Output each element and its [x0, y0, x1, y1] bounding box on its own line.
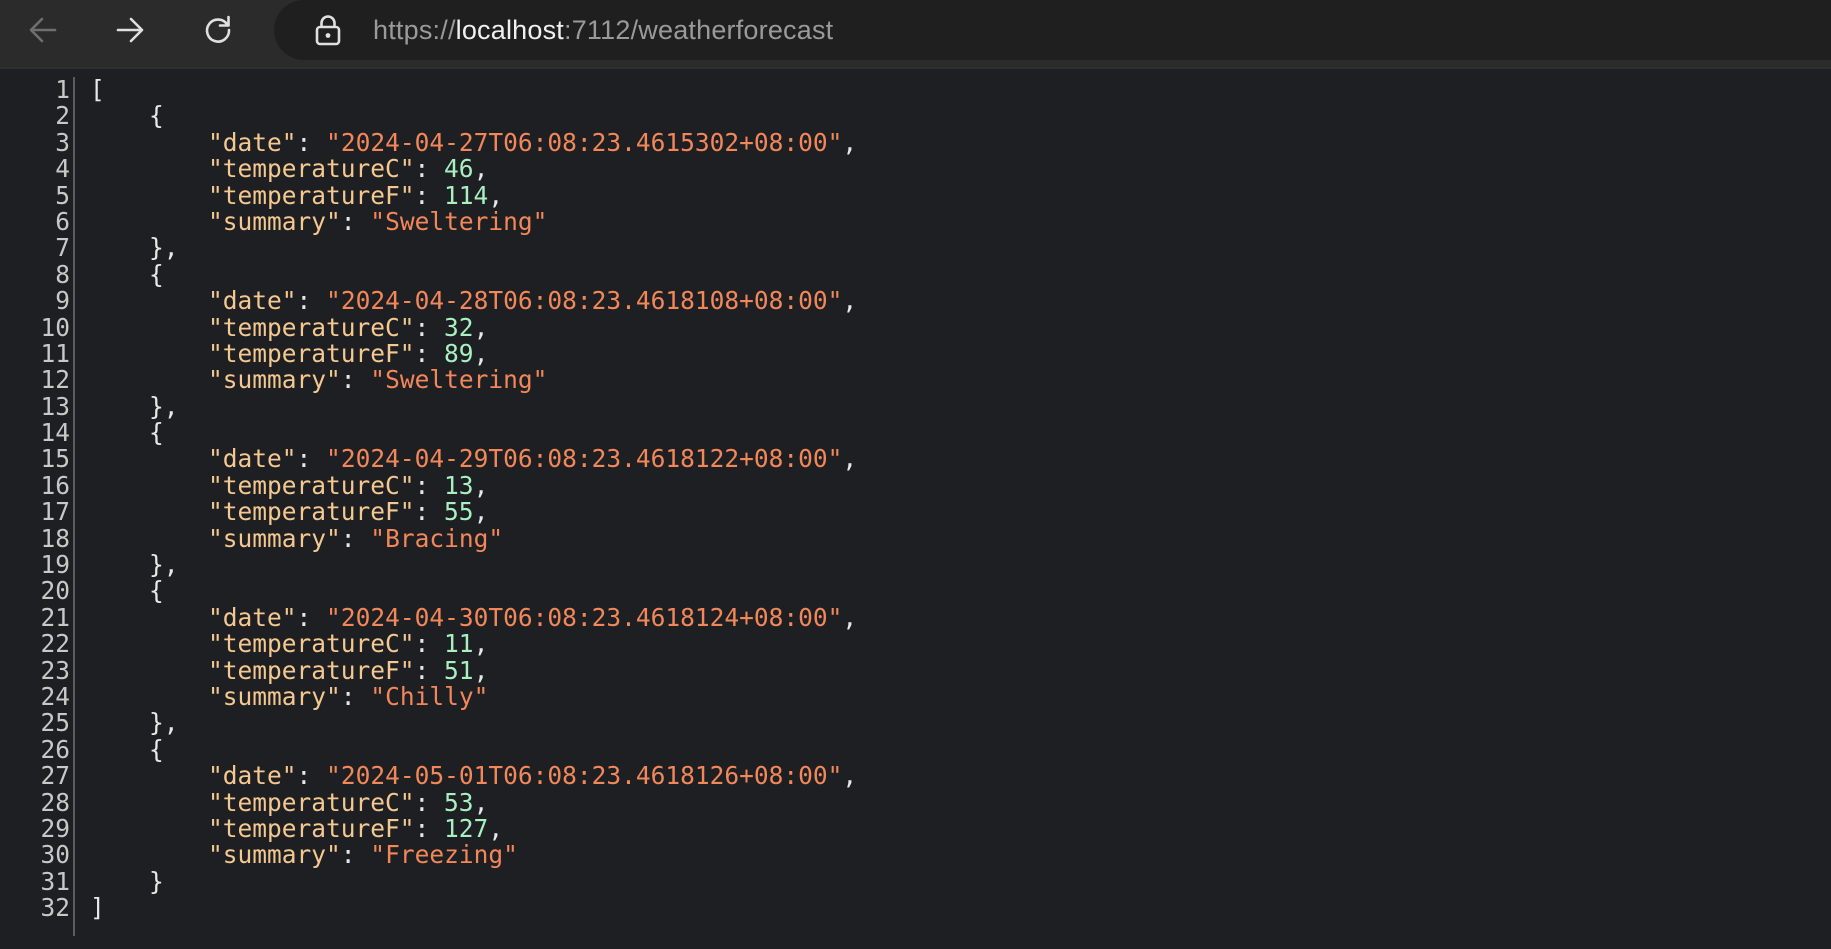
temperature-f-value: 89 [444, 338, 474, 368]
date-value: 2024-04-27T06:08:23.4615302+08:00 [340, 127, 828, 157]
line-number: 15 [40, 444, 70, 474]
line-number: 1 [55, 75, 70, 104]
json-key: "temperatureF" [208, 813, 415, 843]
temperature-c-value: 11 [444, 629, 474, 659]
url-scheme: https:// [373, 15, 456, 45]
temperature-f-value: 51 [444, 655, 474, 685]
json-key: "date" [208, 602, 297, 632]
back-button[interactable] [14, 8, 72, 52]
json-key: "temperatureF" [208, 180, 415, 210]
json-key: "summary" [208, 840, 341, 870]
summary-value: Sweltering [385, 365, 533, 395]
json-key: "temperatureC" [208, 470, 415, 500]
line-number: 17 [40, 497, 70, 527]
line-number: 12 [40, 365, 70, 395]
temperature-f-value: 55 [444, 497, 474, 527]
refresh-icon [205, 15, 231, 43]
line-number: 6 [55, 206, 70, 236]
line-number: 24 [40, 681, 70, 711]
address-bar[interactable]: https://localhost:7112/weatherforecast [274, 0, 1831, 60]
temperature-c-value: 32 [444, 312, 474, 342]
line-number: 18 [40, 523, 70, 553]
date-value: 2024-04-29T06:08:23.4618122+08:00 [340, 444, 828, 474]
json-key: "temperatureC" [208, 787, 415, 817]
temperature-c-value: 53 [444, 787, 474, 817]
line-number: 14 [40, 418, 70, 448]
site-info-button[interactable] [311, 12, 345, 48]
summary-value: Freezing [385, 840, 504, 870]
line-number: 22 [40, 629, 70, 659]
line-number: 10 [40, 312, 70, 342]
date-value: 2024-04-30T06:08:23.4618124+08:00 [340, 602, 828, 632]
json-brace: }, [90, 708, 179, 738]
line-number: 5 [55, 180, 70, 210]
json-key: "summary" [208, 206, 341, 236]
json-brace: { [90, 101, 164, 131]
line-number: 32 [40, 893, 70, 923]
line-number: 9 [55, 286, 70, 316]
json-key: "temperatureF" [208, 655, 415, 685]
line-number: 21 [40, 602, 70, 632]
json-key: "temperatureC" [208, 629, 415, 659]
json-key: "date" [208, 444, 297, 474]
json-key: "date" [208, 286, 297, 316]
line-number: 2 [55, 101, 70, 131]
line-number: 11 [40, 338, 70, 368]
json-key: "temperatureC" [208, 312, 415, 342]
json-key: "date" [208, 761, 297, 791]
line-number: 30 [40, 840, 70, 870]
json-key: "date" [208, 127, 297, 157]
json-brace: { [90, 734, 164, 764]
url-path: :7112/weatherforecast [564, 15, 834, 45]
line-number: 26 [40, 734, 70, 764]
line-number: 29 [40, 813, 70, 843]
url-text[interactable]: https://localhost:7112/weatherforecast [373, 0, 833, 60]
json-key: "temperatureF" [208, 497, 415, 527]
date-value: 2024-05-01T06:08:23.4618126+08:00 [340, 761, 828, 791]
line-number: 25 [40, 708, 70, 738]
json-key: "temperatureC" [208, 154, 415, 184]
line-number: 20 [40, 576, 70, 606]
temperature-f-value: 114 [444, 180, 489, 210]
temperature-c-value: 46 [444, 154, 474, 184]
json-bracket: ] [90, 893, 105, 923]
json-key: "summary" [208, 523, 341, 553]
json-bracket: [ [90, 75, 105, 104]
json-key: "temperatureF" [208, 338, 415, 368]
json-brace: }, [90, 391, 179, 421]
arrow-left-icon [29, 17, 57, 43]
json-viewer: 1[2 {3 "date": "2024-04-27T06:08:23.4615… [0, 67, 1831, 949]
line-number: 19 [40, 550, 70, 580]
forward-button[interactable] [101, 8, 159, 52]
temperature-f-value: 127 [444, 813, 489, 843]
summary-value: Bracing [385, 523, 489, 553]
line-number: 8 [55, 259, 70, 289]
json-brace: }, [90, 550, 179, 580]
line-number: 27 [40, 761, 70, 791]
json-key: "summary" [208, 365, 341, 395]
line-number: 13 [40, 391, 70, 421]
json-brace: } [90, 866, 164, 896]
summary-value: Chilly [385, 681, 474, 711]
json-brace: }, [90, 233, 179, 263]
line-number: 28 [40, 787, 70, 817]
browser-toolbar: https://localhost:7112/weatherforecast [0, 0, 1831, 67]
line-number: 4 [55, 154, 70, 184]
json-brace: { [90, 576, 164, 606]
reload-button[interactable] [189, 8, 247, 52]
line-number: 7 [55, 233, 70, 263]
url-host: localhost [455, 15, 565, 45]
lock-icon [315, 15, 341, 46]
summary-value: Sweltering [385, 206, 533, 236]
date-value: 2024-04-28T06:08:23.4618108+08:00 [340, 286, 828, 316]
json-brace: { [90, 418, 164, 448]
line-number: 3 [55, 127, 70, 157]
line-number: 23 [40, 655, 70, 685]
json-brace: { [90, 259, 164, 289]
line-number: 31 [40, 866, 70, 896]
arrow-right-icon [116, 17, 144, 43]
temperature-c-value: 13 [444, 470, 474, 500]
json-key: "summary" [208, 681, 341, 711]
line-number: 16 [40, 470, 70, 500]
